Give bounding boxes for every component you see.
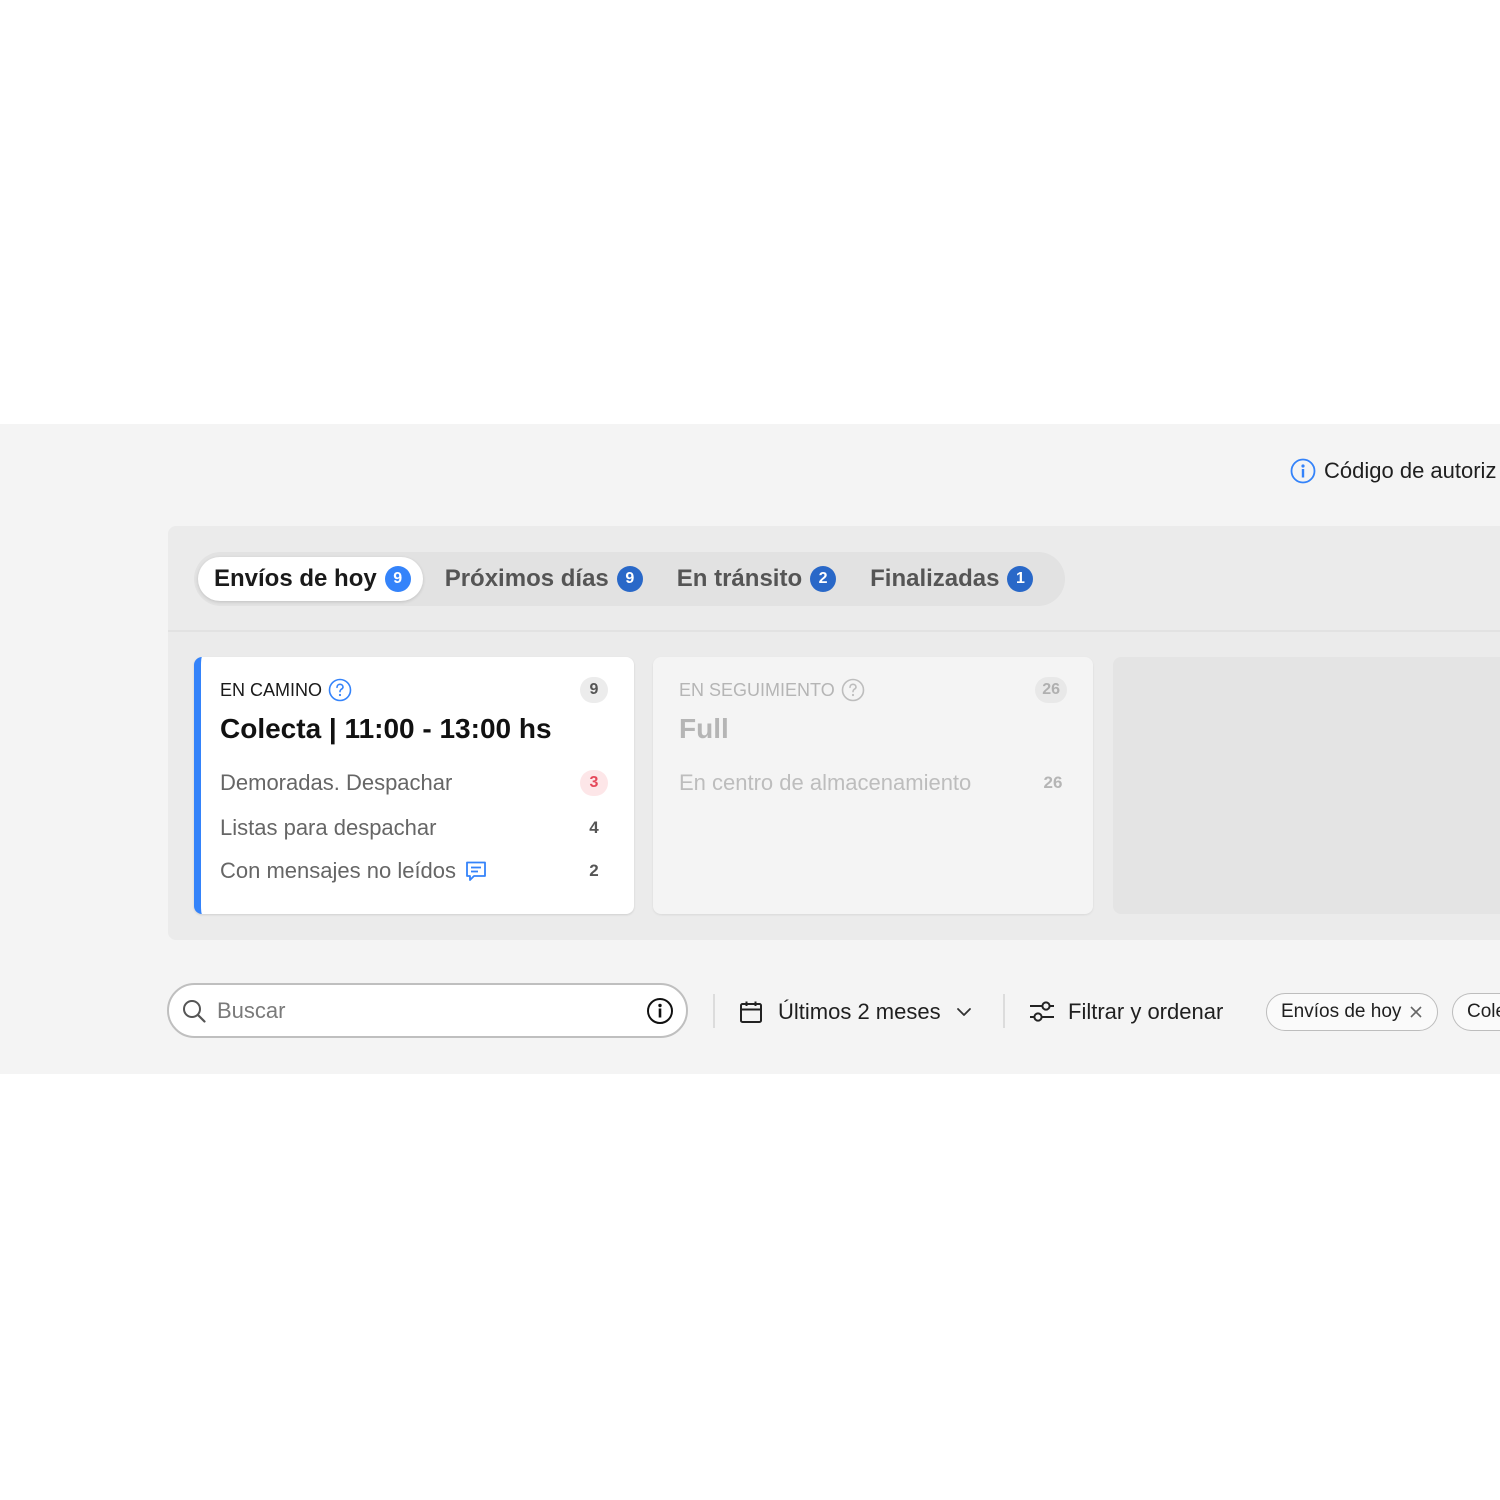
row-label: En centro de almacenamiento [679,770,972,795]
tab-label: Envíos de hoy [214,565,377,592]
tab-envios-de-hoy[interactable]: Envíos de hoy 9 [198,557,423,601]
period-selector[interactable]: Últimos 2 meses [738,992,973,1032]
search-field[interactable] [167,983,688,1038]
tab-proximos-dias[interactable]: Próximos días 9 [429,557,655,601]
row-label: Listas para despachar [220,815,437,840]
card-placeholder [1113,657,1500,914]
search-icon [181,998,207,1024]
authorization-code-label: Código de autoriz [1324,458,1497,483]
tab-label: En tránsito [676,565,803,592]
card-en-seguimiento[interactable]: EN SEGUIMIENTO 26 Full En centro de alma… [653,657,1093,914]
close-icon[interactable] [1409,1005,1423,1019]
search-info-icon[interactable] [646,997,674,1025]
filter-chip-colecta[interactable]: Cole [1452,993,1500,1031]
period-label: Últimos 2 meses [778,999,941,1024]
row-count-badge: 3 [580,770,608,796]
card-header: EN SEGUIMIENTO 26 [679,677,1067,703]
card-total-badge: 26 [1035,677,1067,703]
sliders-icon [1028,998,1056,1026]
filter-chip-envios-de-hoy[interactable]: Envíos de hoy [1266,993,1439,1031]
chip-label: Envíos de hoy [1281,1001,1402,1022]
card-row-almacenamiento[interactable]: En centro de almacenamiento 26 [679,770,1067,796]
authorization-code-link[interactable]: Código de autoriz [1290,458,1496,484]
tab-count-badge: 2 [810,566,837,592]
tab-finalizadas[interactable]: Finalizadas 1 [854,557,1045,601]
card-header: EN CAMINO 9 [220,677,608,703]
chevron-down-icon [955,1003,973,1021]
tab-label: Finalizadas [870,565,1000,592]
tab-label: Próximos días [444,565,609,592]
row-count: 26 [1043,773,1063,792]
toolbar-divider [1003,994,1005,1028]
card-row-demoradas[interactable]: Demoradas. Despachar 3 [220,770,608,796]
filter-label: Filtrar y ordenar [1068,999,1224,1024]
card-total-badge: 9 [580,677,608,703]
card-en-camino[interactable]: EN CAMINO 9 Colecta | 11:00 - 13:00 hs D… [194,657,634,914]
tab-count-badge: 9 [616,566,643,592]
row-label: Con mensajes no leídos [220,858,457,883]
filter-sort-button[interactable]: Filtrar y ordenar [1028,992,1223,1032]
card-row-listas[interactable]: Listas para despachar 4 [220,815,608,841]
row-count: 2 [589,861,599,880]
card-status: EN CAMINO [220,679,323,700]
tab-en-transito[interactable]: En tránsito 2 [661,557,848,601]
row-label: Demoradas. Despachar [220,770,453,795]
toolbar-divider [713,994,715,1028]
help-icon[interactable] [841,678,865,702]
search-input[interactable] [215,996,646,1025]
card-status: EN SEGUIMIENTO [679,679,835,700]
row-count: 4 [589,818,599,837]
chat-icon [464,859,488,883]
chip-label: Cole [1467,1001,1500,1022]
shipment-tabs: Envíos de hoy 9 Próximos días 9 En tráns… [194,552,1066,606]
tab-count-badge: 1 [1007,566,1034,592]
help-icon[interactable] [328,678,352,702]
card-row-mensajes[interactable]: Con mensajes no leídos 2 [220,858,608,884]
panel-divider [168,630,1500,632]
tab-count-badge: 9 [384,566,411,592]
card-title: Full [679,713,729,744]
card-title: Colecta | 11:00 - 13:00 hs [220,713,552,744]
info-icon [1290,458,1316,484]
calendar-icon [738,999,764,1025]
